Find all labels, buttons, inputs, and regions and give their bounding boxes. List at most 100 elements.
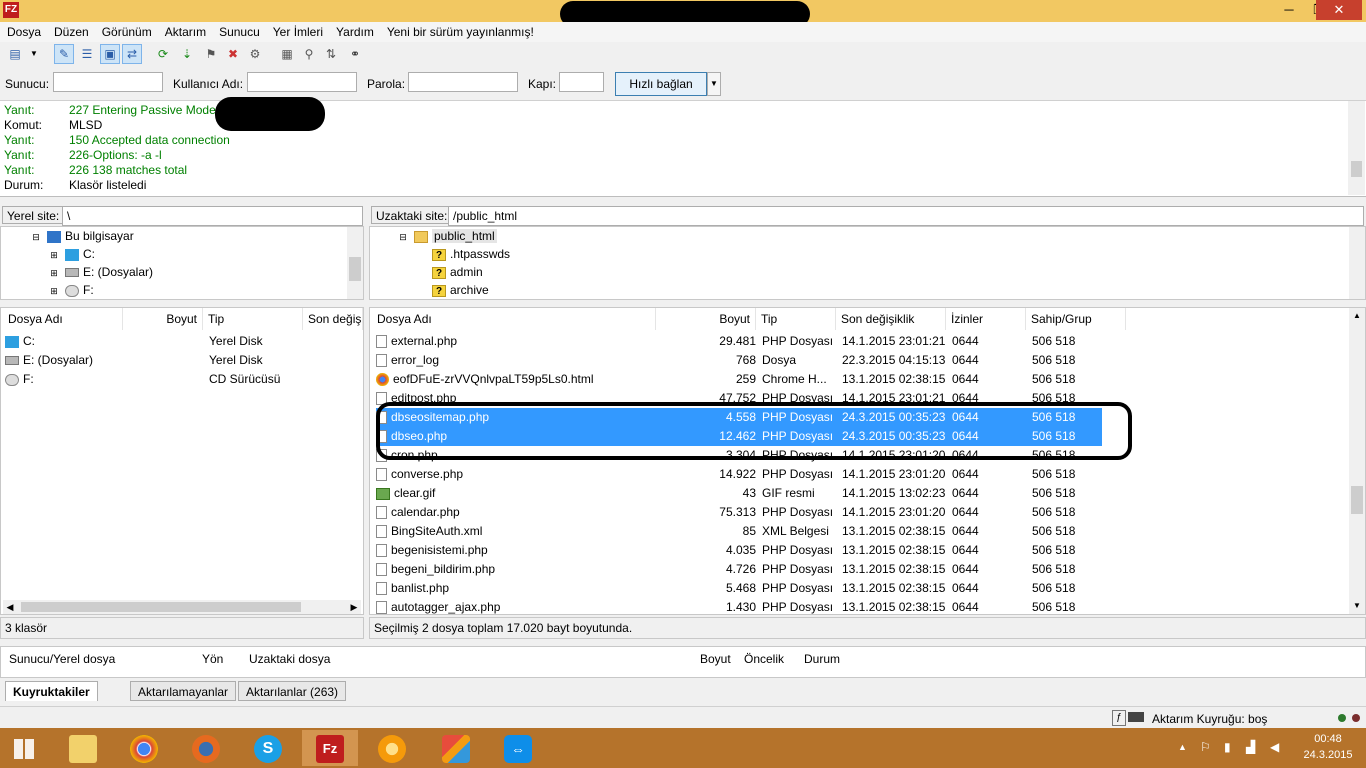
table-row[interactable]: begenisistemi.php 4.035 PHP Dosyası 13.1.20… bbox=[376, 541, 1336, 560]
reconnect-icon[interactable]: ⚙ bbox=[246, 45, 264, 63]
menu-aktarim[interactable]: Aktarım bbox=[158, 22, 212, 42]
tree-item-public-html[interactable]: ⊟ public_html bbox=[396, 227, 497, 245]
local-col-name[interactable]: Dosya Adı bbox=[3, 308, 123, 330]
messenger-icon[interactable] bbox=[364, 730, 420, 766]
scroll-thumb[interactable] bbox=[1351, 486, 1363, 514]
scroll-thumb[interactable] bbox=[21, 602, 301, 612]
tree-item-archive[interactable]: ? archive bbox=[432, 281, 489, 299]
table-row[interactable]: banlist.php 5.468 PHP Dosyası 13.1.2015 02:… bbox=[376, 579, 1336, 598]
close-button[interactable]: ✕ bbox=[1316, 0, 1362, 20]
toggle-remote-tree-icon[interactable]: ▣ bbox=[100, 44, 120, 64]
menu-sunucu[interactable]: Sunucu bbox=[212, 22, 266, 42]
remote-col-type[interactable]: Tip bbox=[756, 308, 836, 330]
table-row[interactable]: calendar.php 75.313 PHP Dosyası 14.1.2015 2… bbox=[376, 503, 1336, 522]
user-input[interactable] bbox=[247, 72, 357, 92]
expand-icon[interactable]: ⊞ bbox=[47, 249, 61, 261]
clock-date[interactable]: 24.3.2015 bbox=[1298, 749, 1358, 761]
filezilla-icon[interactable]: Fz bbox=[302, 730, 358, 766]
network-icon[interactable]: ▟ bbox=[1246, 740, 1255, 754]
local-col-type[interactable]: Tip bbox=[203, 308, 303, 330]
menu-yer-imleri[interactable]: Yer İmleri bbox=[266, 22, 329, 42]
firefox-icon[interactable] bbox=[178, 730, 234, 766]
password-input[interactable] bbox=[408, 72, 518, 92]
minimize-button[interactable]: ─ bbox=[1274, 0, 1304, 20]
local-path-input[interactable]: \ bbox=[62, 206, 363, 226]
remote-col-permissions[interactable]: İzinler bbox=[946, 308, 1026, 330]
power-icon[interactable]: ▮ bbox=[1224, 740, 1231, 754]
table-row[interactable]: autotagger_ajax.php 1.430 PHP Dosyası 13.1.… bbox=[376, 598, 1336, 617]
start-button[interactable] bbox=[0, 730, 48, 766]
chrome-icon[interactable] bbox=[116, 730, 172, 766]
queue-col-size[interactable]: Boyut bbox=[700, 652, 731, 666]
quickconnect-button[interactable]: Hızlı bağlan bbox=[615, 72, 707, 96]
volume-icon[interactable]: ◀ bbox=[1270, 740, 1279, 754]
queue-col-status[interactable]: Durum bbox=[804, 652, 840, 666]
cancel-icon[interactable]: ⚑ bbox=[202, 45, 220, 63]
message-log[interactable]: Yanıt: 227 Entering Passive Mode ( Komut:… bbox=[0, 101, 1366, 197]
remote-col-owner[interactable]: Sahip/Grup bbox=[1026, 308, 1126, 330]
remote-tree[interactable]: ⊟ public_html ? .htpasswds ? admin ? archive bbox=[369, 226, 1366, 300]
quickconnect-dropdown[interactable]: ▼ bbox=[707, 72, 721, 96]
tab-queued[interactable]: Kuyruktakiler bbox=[5, 681, 98, 701]
local-tree[interactable]: ⊟ Bu bilgisayar ⊞ C: ⊞ E: (Dosyalar) ⊞ F: bbox=[0, 226, 364, 300]
tree-item-c[interactable]: ⊞ C: bbox=[47, 245, 95, 263]
local-tree-scrollbar[interactable] bbox=[347, 227, 363, 299]
tray-expand-icon[interactable]: ▲ bbox=[1178, 742, 1187, 752]
host-input[interactable] bbox=[53, 72, 163, 92]
remote-col-size[interactable]: Boyut bbox=[656, 308, 756, 330]
tab-failed[interactable]: Aktarılamayanlar bbox=[130, 681, 237, 701]
queue-col-priority[interactable]: Öncelik bbox=[744, 652, 784, 666]
local-col-modified[interactable]: Son değişi bbox=[303, 308, 363, 330]
queue-col-direction[interactable]: Yön bbox=[202, 652, 223, 666]
menu-dosya[interactable]: Dosya bbox=[0, 22, 47, 42]
teamviewer-icon[interactable]: ⇔ bbox=[490, 730, 546, 766]
menu-yardim[interactable]: Yardım bbox=[329, 22, 380, 42]
log-scroll-thumb[interactable] bbox=[1351, 161, 1362, 177]
menu-new-version[interactable]: Yeni bir sürüm yayınlanmış! bbox=[380, 22, 540, 42]
site-manager-icon[interactable]: ▤ bbox=[6, 45, 24, 63]
list-item[interactable]: F: CD Sürücüsü bbox=[5, 370, 345, 389]
remote-col-name[interactable]: Dosya Adı bbox=[372, 308, 656, 330]
paint-icon[interactable] bbox=[428, 730, 484, 766]
clock-time[interactable]: 00:48 bbox=[1298, 733, 1358, 745]
skype-icon[interactable]: S bbox=[240, 730, 296, 766]
file-explorer-icon[interactable] bbox=[55, 730, 111, 766]
tree-item-f[interactable]: ⊞ F: bbox=[47, 281, 93, 299]
toggle-local-tree-icon[interactable]: ☰ bbox=[78, 45, 96, 63]
compare-icon[interactable]: ⚲ bbox=[300, 45, 318, 63]
expand-icon[interactable]: ⊞ bbox=[47, 285, 61, 297]
sync-browse-icon[interactable]: ⇅ bbox=[322, 45, 340, 63]
dropdown-icon[interactable]: ▼ bbox=[28, 45, 40, 63]
table-row[interactable]: begeni_bildirim.php 4.726 PHP Dosyası 13.1.… bbox=[376, 560, 1336, 579]
remote-col-modified[interactable]: Son değişiklik bbox=[836, 308, 946, 330]
queue-col-remote[interactable]: Uzaktaki dosya bbox=[249, 652, 330, 666]
local-col-size[interactable]: Boyut bbox=[123, 308, 203, 330]
transfer-queue[interactable]: Sunucu/Yerel dosya Yön Uzaktaki dosya Bo… bbox=[0, 646, 1366, 678]
tree-item-admin[interactable]: ? admin bbox=[432, 263, 483, 281]
tree-item-htpasswds[interactable]: ? .htpasswds bbox=[432, 245, 510, 263]
process-queue-icon[interactable]: ⇣ bbox=[178, 45, 196, 63]
scroll-left-icon[interactable]: ◀ bbox=[3, 601, 17, 613]
list-item[interactable]: E: (Dosyalar) Yerel Disk bbox=[5, 351, 345, 370]
log-scrollbar[interactable] bbox=[1348, 101, 1365, 195]
port-input[interactable] bbox=[559, 72, 604, 92]
disconnect-icon[interactable]: ✖ bbox=[224, 45, 242, 63]
tab-successful[interactable]: Aktarılanlar (263) bbox=[238, 681, 347, 701]
refresh-icon[interactable]: ⟳ bbox=[154, 45, 172, 63]
filter-icon[interactable]: ▦ bbox=[278, 45, 296, 63]
local-file-list[interactable]: Dosya Adı Boyut Tip Son değişi C: Yerel D… bbox=[0, 307, 364, 615]
remote-file-list[interactable]: Dosya Adı Boyut Tip Son değişiklik İzinl… bbox=[369, 307, 1366, 615]
remote-list-scrollbar[interactable]: ▲ ▼ bbox=[1349, 308, 1365, 614]
remote-path-input[interactable]: /public_html bbox=[448, 206, 1364, 226]
tree-item-e[interactable]: ⊞ E: (Dosyalar) bbox=[47, 263, 153, 281]
scroll-down-icon[interactable]: ▼ bbox=[1351, 600, 1363, 612]
tree-item-computer[interactable]: ⊟ Bu bilgisayar bbox=[29, 227, 133, 245]
table-row[interactable]: error_log 768 Dosya 22.3.2015 04:15:13 0644 5… bbox=[376, 351, 1336, 370]
table-row[interactable]: converse.php 14.922 PHP Dosyası 14.1.2015 2… bbox=[376, 465, 1336, 484]
expand-icon[interactable]: ⊞ bbox=[47, 267, 61, 279]
menu-gorunum[interactable]: Görünüm bbox=[95, 22, 158, 42]
toggle-log-icon[interactable]: ✎ bbox=[54, 44, 74, 64]
local-hscrollbar[interactable]: ◀ ▶ bbox=[3, 600, 361, 614]
table-row[interactable]: external.php 29.481 PHP Dosyası 14.1.2015 2… bbox=[376, 332, 1336, 351]
table-row[interactable]: eofDFuE-zrVVQnlvpaLT59p5Ls0.html 259 Chrom… bbox=[376, 370, 1336, 389]
